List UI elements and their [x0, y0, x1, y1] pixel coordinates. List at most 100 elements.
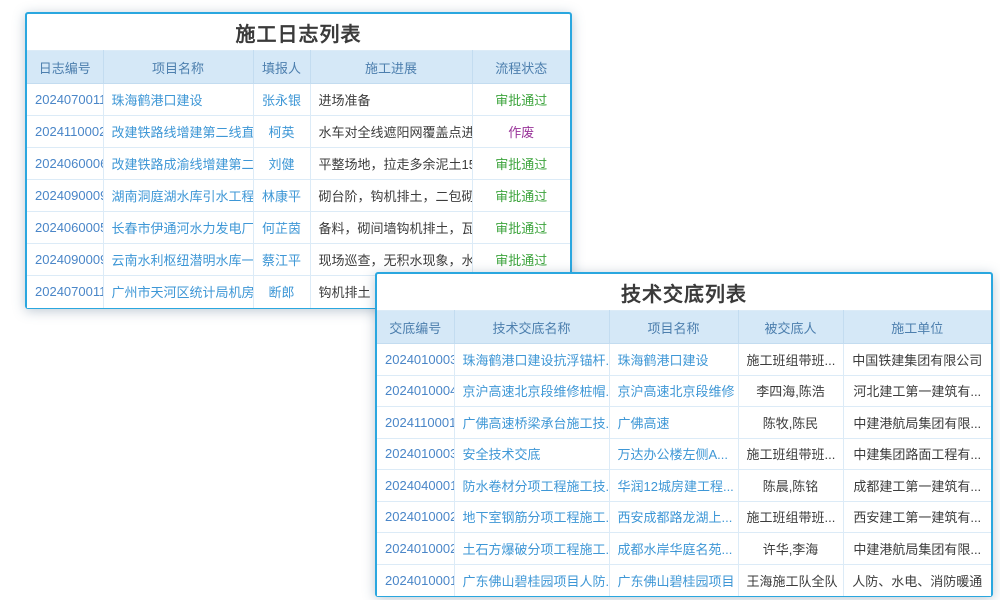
log-window-title: 施工日志列表 [236, 18, 362, 47]
column-header-reporter: 填报人 [253, 51, 310, 84]
cell-disclosure-id[interactable]: 2024010004 [377, 375, 454, 407]
construction-log-table: 日志编号 项目名称 填报人 施工进展 流程状态 2024070011珠海鹤港口建… [27, 50, 570, 308]
cell-construction-unit: 中国铁建集团有限公司 [843, 344, 991, 376]
cell-disclosure-name[interactable]: 安全技术交底 [454, 438, 609, 470]
cell-log-id[interactable]: 2024090009 [27, 180, 103, 212]
cell-reporter[interactable]: 张永银 [253, 84, 310, 116]
table-row[interactable]: 2024010004京沪高速北京段维修桩帽...京沪高速北京段维修李四海,陈浩河… [377, 375, 991, 407]
table-row[interactable]: 2024110002改建铁路线增建第二线直...柯英水车对全线遮阳网覆盖点进..… [27, 116, 570, 148]
cell-disclosure-id[interactable]: 2024110001 [377, 407, 454, 439]
column-header-construction-unit: 施工单位 [843, 311, 991, 344]
cell-progress: 水车对全线遮阳网覆盖点进... [310, 116, 472, 148]
cell-status-badge: 审批通过 [472, 180, 570, 212]
cell-disclosure-id[interactable]: 2024010002 [377, 533, 454, 565]
cell-progress: 备料，砌间墙钩机排土，瓦... [310, 212, 472, 244]
cell-disclosure-name[interactable]: 广东佛山碧桂园项目人防... [454, 564, 609, 596]
cell-log-id[interactable]: 2024060005 [27, 212, 103, 244]
table-row[interactable]: 2024070011珠海鹤港口建设张永银进场准备审批通过 [27, 84, 570, 116]
cell-disclosed-to: 王海施工队全队 [738, 564, 843, 596]
table-row[interactable]: 2024010002土石方爆破分项工程施工...成都水岸华庭名苑...许华,李海… [377, 533, 991, 565]
disclosure-window-title: 技术交底列表 [621, 278, 747, 307]
cell-disclosure-name[interactable]: 珠海鹤港口建设抗浮锚杆... [454, 344, 609, 376]
cell-project-name[interactable]: 珠海鹤港口建设 [609, 344, 738, 376]
cell-disclosed-to: 许华,李海 [738, 533, 843, 565]
cell-disclosure-id[interactable]: 2024010003 [377, 438, 454, 470]
cell-disclosure-id[interactable]: 2024010001 [377, 564, 454, 596]
cell-disclosed-to: 陈晨,陈铭 [738, 470, 843, 502]
cell-disclosure-id[interactable]: 2024010002 [377, 501, 454, 533]
cell-disclosure-name[interactable]: 广佛高速桥梁承台施工技... [454, 407, 609, 439]
column-header-disclosure-name: 技术交底名称 [454, 311, 609, 344]
cell-project-name[interactable]: 成都水岸华庭名苑... [609, 533, 738, 565]
construction-log-window: 施工日志列表 日志编号 项目名称 填报人 施工进展 流程状态 202407001… [25, 12, 572, 309]
table-row[interactable]: 2024110001广佛高速桥梁承台施工技...广佛高速陈牧,陈民中建港航局集团… [377, 407, 991, 439]
cell-disclosed-to: 李四海,陈浩 [738, 375, 843, 407]
cell-progress: 平整场地，拉走多余泥土15... [310, 148, 472, 180]
cell-construction-unit: 中建集团路面工程有... [843, 438, 991, 470]
cell-reporter[interactable]: 林康平 [253, 180, 310, 212]
cell-project-name[interactable]: 改建铁路成渝线增建第二... [103, 148, 253, 180]
cell-reporter[interactable]: 刘健 [253, 148, 310, 180]
column-header-status: 流程状态 [472, 51, 570, 84]
cell-log-id[interactable]: 2024060006 [27, 148, 103, 180]
cell-project-name[interactable]: 华润12城房建工程... [609, 470, 738, 502]
column-header-log-id: 日志编号 [27, 51, 103, 84]
cell-disclosure-id[interactable]: 2024010003 [377, 344, 454, 376]
cell-project-name[interactable]: 西安成都路龙湖上... [609, 501, 738, 533]
cell-status-badge: 审批通过 [472, 148, 570, 180]
cell-construction-unit: 人防、水电、消防暖通 [843, 564, 991, 596]
cell-disclosed-to: 施工班组带班... [738, 438, 843, 470]
cell-log-id[interactable]: 2024070011 [27, 84, 103, 116]
cell-project-name[interactable]: 广东佛山碧桂园项目 [609, 564, 738, 596]
table-row[interactable]: 2024090009云南水利枢纽潜明水库一...蔡江平现场巡查，无积水现象，水.… [27, 244, 570, 276]
table-row[interactable]: 2024010001广东佛山碧桂园项目人防...广东佛山碧桂园项目王海施工队全队… [377, 564, 991, 596]
cell-disclosure-name[interactable]: 防水卷材分项工程施工技... [454, 470, 609, 502]
cell-status-badge: 审批通过 [472, 244, 570, 276]
column-header-disclosure-id: 交底编号 [377, 311, 454, 344]
table-row[interactable]: 2024040001防水卷材分项工程施工技...华润12城房建工程...陈晨,陈… [377, 470, 991, 502]
table-row[interactable]: 2024010002地下室钢筋分项工程施工...西安成都路龙湖上...施工班组带… [377, 501, 991, 533]
table-row[interactable]: 2024060005长春市伊通河水力发电厂...何芷茵备料，砌间墙钩机排土，瓦.… [27, 212, 570, 244]
cell-construction-unit: 西安建工第一建筑有... [843, 501, 991, 533]
tech-disclosure-table: 交底编号 技术交底名称 项目名称 被交底人 施工单位 2024010003珠海鹤… [377, 310, 991, 596]
cell-disclosure-name[interactable]: 地下室钢筋分项工程施工... [454, 501, 609, 533]
column-header-disclosed-to: 被交底人 [738, 311, 843, 344]
cell-disclosed-to: 施工班组带班... [738, 344, 843, 376]
column-header-project-name: 项目名称 [103, 51, 253, 84]
cell-disclosure-id[interactable]: 2024040001 [377, 470, 454, 502]
cell-project-name[interactable]: 万达办公楼左侧A... [609, 438, 738, 470]
cell-log-id[interactable]: 2024110002 [27, 116, 103, 148]
disclosure-window-titlebar: 技术交底列表 [377, 274, 991, 310]
cell-progress: 进场准备 [310, 84, 472, 116]
cell-project-name[interactable]: 改建铁路线增建第二线直... [103, 116, 253, 148]
cell-disclosure-name[interactable]: 京沪高速北京段维修桩帽... [454, 375, 609, 407]
log-table-header-row: 日志编号 项目名称 填报人 施工进展 流程状态 [27, 51, 570, 84]
cell-disclosure-name[interactable]: 土石方爆破分项工程施工... [454, 533, 609, 565]
cell-construction-unit: 中建港航局集团有限... [843, 533, 991, 565]
cell-project-name[interactable]: 珠海鹤港口建设 [103, 84, 253, 116]
table-row[interactable]: 2024010003珠海鹤港口建设抗浮锚杆...珠海鹤港口建设施工班组带班...… [377, 344, 991, 376]
cell-status-badge: 审批通过 [472, 84, 570, 116]
cell-status-badge: 审批通过 [472, 212, 570, 244]
cell-construction-unit: 河北建工第一建筑有... [843, 375, 991, 407]
cell-reporter[interactable]: 蔡江平 [253, 244, 310, 276]
table-row[interactable]: 2024090009湖南洞庭湖水库引水工程...林康平砌台阶，钩机排土，二包砌.… [27, 180, 570, 212]
cell-project-name[interactable]: 云南水利枢纽潜明水库一... [103, 244, 253, 276]
column-header-project-name: 项目名称 [609, 311, 738, 344]
cell-reporter[interactable]: 柯英 [253, 116, 310, 148]
table-row[interactable]: 2024060006改建铁路成渝线增建第二...刘健平整场地，拉走多余泥土15.… [27, 148, 570, 180]
cell-project-name[interactable]: 广佛高速 [609, 407, 738, 439]
log-window-titlebar: 施工日志列表 [27, 14, 570, 50]
cell-reporter[interactable]: 断郎 [253, 276, 310, 308]
cell-construction-unit: 中建港航局集团有限... [843, 407, 991, 439]
cell-project-name[interactable]: 京沪高速北京段维修 [609, 375, 738, 407]
cell-project-name[interactable]: 湖南洞庭湖水库引水工程... [103, 180, 253, 212]
cell-log-id[interactable]: 2024070011 [27, 276, 103, 308]
table-row[interactable]: 2024010003安全技术交底万达办公楼左侧A...施工班组带班...中建集团… [377, 438, 991, 470]
cell-log-id[interactable]: 2024090009 [27, 244, 103, 276]
cell-progress: 现场巡查，无积水现象，水... [310, 244, 472, 276]
cell-project-name[interactable]: 长春市伊通河水力发电厂... [103, 212, 253, 244]
cell-project-name[interactable]: 广州市天河区统计局机房... [103, 276, 253, 308]
cell-disclosed-to: 陈牧,陈民 [738, 407, 843, 439]
cell-reporter[interactable]: 何芷茵 [253, 212, 310, 244]
